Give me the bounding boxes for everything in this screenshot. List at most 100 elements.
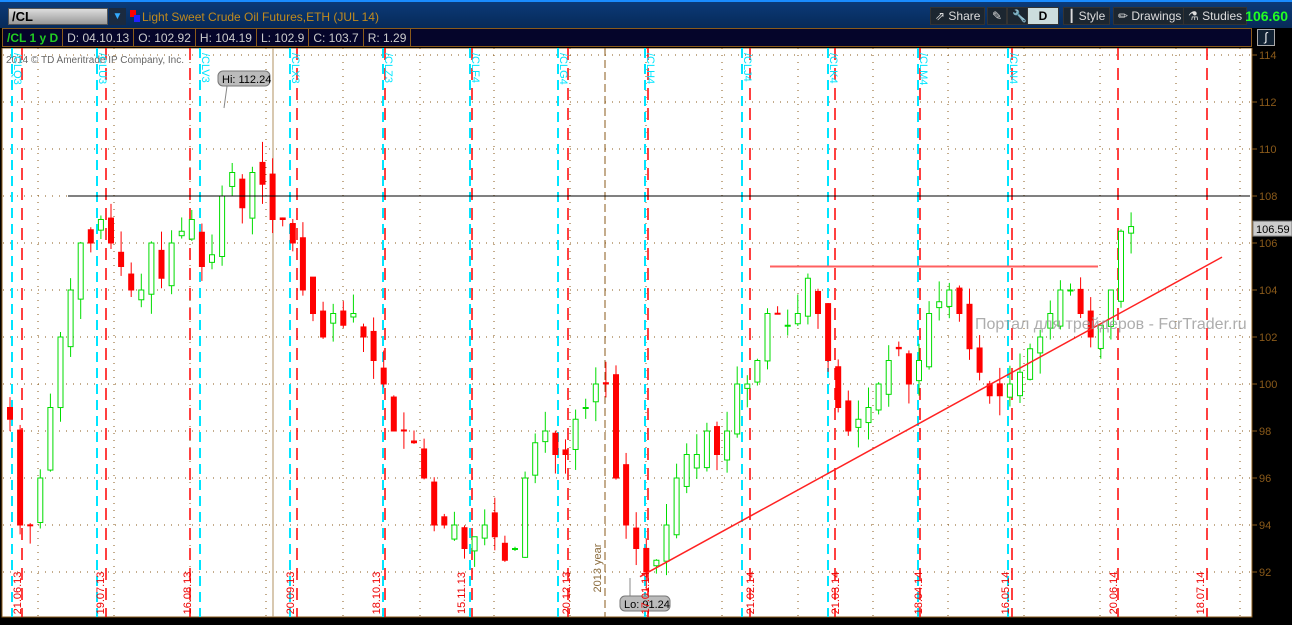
candle-body: [279, 217, 286, 221]
studies-button[interactable]: ⚗ Studies: [1183, 7, 1248, 25]
date-label: 20.09.13: [285, 572, 297, 615]
candle-body: [592, 383, 599, 403]
candle-body: [602, 382, 609, 385]
candle-body: [431, 481, 438, 526]
candle-body: [471, 536, 478, 552]
candle-body: [976, 347, 983, 373]
date-label: 19.07.13: [95, 572, 107, 615]
y-tick-label: 92: [1259, 567, 1271, 579]
color-link-icon[interactable]: [130, 10, 140, 22]
info-close: C: 103.7: [309, 29, 364, 46]
candle-body: [633, 527, 640, 550]
symbol-input[interactable]: /CL: [8, 8, 108, 25]
candle-body: [754, 360, 761, 383]
contract-label: /CLF4: [469, 53, 481, 83]
contract-label: /CLV3: [199, 53, 211, 83]
info-low: L: 102.9: [257, 29, 310, 46]
candle-body: [1128, 226, 1135, 234]
candle-body: [552, 432, 559, 455]
candle-body: [17, 429, 24, 526]
candle-body: [441, 516, 448, 526]
watermark: Портал для трейдеров - ForTrader.ru: [975, 316, 1247, 333]
timeframe-button[interactable]: D: [1027, 7, 1059, 25]
candle-body: [289, 223, 296, 244]
date-label: 18.10.13: [371, 572, 383, 615]
instrument-title: Light Sweet Crude Oil Futures,ETH (JUL 1…: [142, 10, 379, 24]
candle-body: [1017, 371, 1023, 397]
y-tick-label: 102: [1259, 332, 1277, 344]
date-label: 21.03.14: [830, 572, 842, 615]
date-label: 18.04.14: [913, 572, 925, 615]
candle-body: [885, 360, 892, 395]
date-label: 18.07.14: [1195, 572, 1207, 615]
high-callout: Hi: 112.24: [222, 74, 271, 86]
candle-body: [411, 440, 417, 444]
candle-icon: ┃: [1068, 9, 1079, 23]
y-tick-label: 114: [1259, 50, 1277, 62]
y-tick-label: 100: [1259, 379, 1277, 391]
candle-body: [87, 229, 94, 244]
symbol-dropdown-icon[interactable]: ▼: [109, 8, 126, 25]
candle-body: [259, 161, 266, 185]
candle-body: [380, 367, 387, 385]
candle-body: [37, 477, 44, 523]
candle-body: [996, 383, 1003, 397]
candle-body: [623, 464, 630, 526]
candle-body: [400, 429, 407, 432]
candle-body: [693, 454, 700, 469]
candle-body: [663, 524, 670, 562]
study-toggle-icon[interactable]: ∫: [1257, 29, 1275, 46]
info-open: O: 102.92: [134, 29, 196, 46]
date-label: 17.01.14: [640, 572, 652, 615]
contract-label: /CLQ3: [11, 53, 23, 85]
y-tick-label: 104: [1259, 285, 1277, 297]
candle-body: [77, 242, 84, 300]
date-label: 2013 year: [592, 543, 604, 592]
candle-body: [744, 383, 751, 389]
candle-body: [299, 237, 306, 291]
price-chart[interactable]: Hi: 112.24Lo: 91.24106.59 2014 © TD Amer…: [0, 48, 1292, 625]
candle-body: [461, 527, 468, 549]
candle-body: [1037, 336, 1044, 354]
contract-label: /CLK4: [827, 53, 839, 84]
candle-body: [714, 426, 720, 456]
candle-body: [47, 407, 54, 471]
share-icon: ⇗: [935, 9, 949, 23]
candle-body: [562, 449, 569, 455]
share-button[interactable]: ⇗ Share: [930, 7, 986, 25]
y-tick-label: 96: [1259, 473, 1271, 485]
candle-body: [703, 430, 710, 469]
candle-body: [916, 360, 922, 382]
candle-body: [936, 301, 943, 309]
candle-body: [451, 524, 458, 540]
candle-body: [310, 276, 316, 315]
candle-body: [178, 230, 185, 237]
candle-body: [158, 249, 165, 279]
candle-body: [835, 366, 842, 408]
candle-body: [774, 312, 781, 315]
drawing-tool-button[interactable]: ✎: [987, 7, 1008, 25]
candle-body: [966, 303, 973, 350]
candle-body: [1006, 383, 1013, 398]
candle-body: [491, 512, 498, 538]
candle-body: [148, 242, 155, 295]
candle-body: [653, 559, 660, 567]
contract-label: /CLG4: [557, 53, 569, 85]
style-button[interactable]: ┃ Style: [1063, 7, 1111, 25]
candle-body: [956, 287, 963, 315]
info-range: R: 1.29: [364, 29, 412, 46]
candle-body: [269, 173, 276, 220]
candle-body: [1118, 230, 1124, 302]
date-label: 16.08.13: [182, 572, 194, 615]
candle-body: [673, 477, 680, 536]
candle-body: [67, 289, 74, 348]
y-tick-label: 98: [1259, 426, 1271, 438]
candle-body: [532, 442, 539, 476]
drawings-button[interactable]: ✏ Drawings: [1113, 7, 1187, 25]
candle-body: [188, 219, 195, 240]
candle-body: [330, 313, 337, 324]
contract-label: /CLU3: [96, 53, 108, 84]
candle-body: [7, 407, 13, 420]
candle-body: [118, 251, 125, 268]
candle-body: [734, 383, 741, 435]
